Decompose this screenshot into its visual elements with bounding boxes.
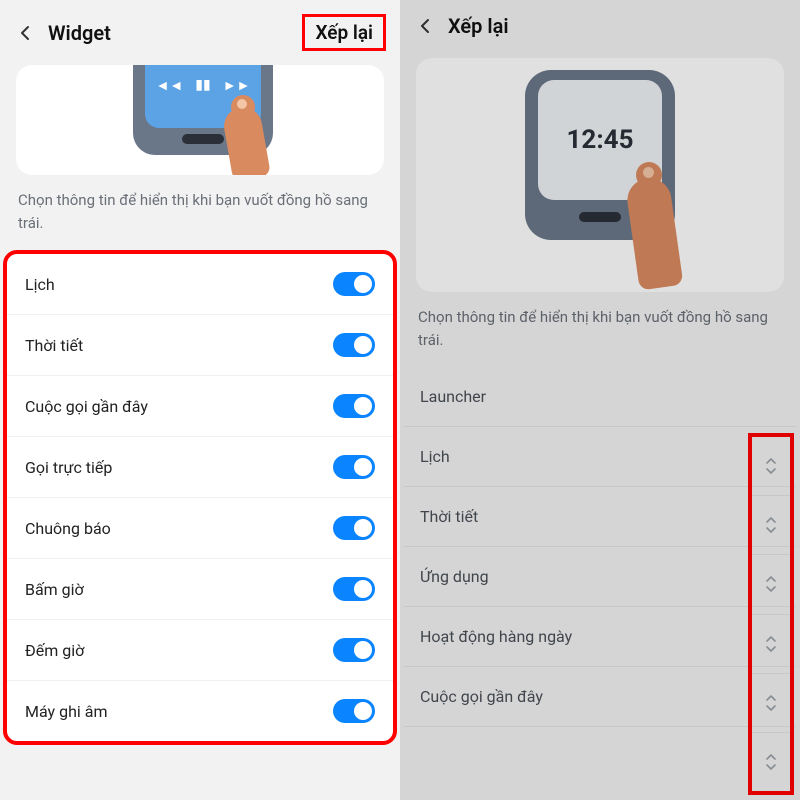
drag-handle-column — [748, 433, 794, 795]
drag-handle-icon[interactable] — [752, 615, 790, 674]
row-label: Thời tiết — [25, 336, 333, 355]
row-label: Thời tiết — [420, 507, 780, 526]
list-row[interactable]: Lịch — [7, 254, 393, 315]
widget-settings-screen: Widget Xếp lại ◄◄ ▮▮ ►► Chọn thông tin đ… — [0, 0, 400, 800]
reorder-row[interactable]: Cuộc gọi gần đây — [404, 667, 796, 727]
list-row[interactable]: Đếm giờ — [7, 620, 393, 681]
toggle-switch[interactable] — [333, 455, 375, 479]
toggle-switch[interactable] — [333, 699, 375, 723]
home-indicator — [182, 134, 224, 144]
list-row[interactable]: Thời tiết — [7, 315, 393, 376]
reorder-row[interactable]: Launcher — [404, 367, 796, 427]
drag-handle-icon[interactable] — [752, 733, 790, 791]
widget-toggle-list: Lịch Thời tiết Cuộc gọi gần đây Gọi trực… — [3, 250, 397, 745]
toggle-switch[interactable] — [333, 638, 375, 662]
list-row[interactable]: Cuộc gọi gần đây — [7, 376, 393, 437]
row-label: Lịch — [420, 447, 780, 466]
row-label: Cuộc gọi gần đây — [420, 687, 780, 706]
row-label: Chuông báo — [25, 519, 333, 538]
toggle-switch[interactable] — [333, 394, 375, 418]
toggle-switch[interactable] — [333, 272, 375, 296]
list-row[interactable]: Máy ghi âm — [7, 681, 393, 741]
row-label: Bấm giờ — [25, 580, 333, 599]
preview-illustration: ◄◄ ▮▮ ►► — [16, 65, 384, 175]
row-label: Hoạt động hàng ngày — [420, 627, 780, 646]
description-text: Chọn thông tin để hiển thị khi bạn vuốt … — [400, 306, 800, 367]
header-bar: Widget Xếp lại — [0, 0, 400, 65]
hand-illustration — [225, 95, 281, 175]
page-title: Xếp lại — [448, 14, 786, 38]
reorder-row[interactable]: Ứng dụng — [404, 547, 796, 607]
preview-illustration: 12:45 — [416, 58, 784, 292]
toggle-switch[interactable] — [333, 577, 375, 601]
drag-handle-icon[interactable] — [752, 437, 790, 496]
next-track-icon: ►► — [223, 77, 251, 94]
list-row[interactable]: Gọi trực tiếp — [7, 437, 393, 498]
list-row[interactable]: Bấm giờ — [7, 559, 393, 620]
reorder-row[interactable]: Hoạt động hàng ngày — [404, 607, 796, 667]
row-label: Launcher — [420, 387, 780, 406]
drag-handle-icon[interactable] — [752, 496, 790, 555]
row-label: Cuộc gọi gần đây — [25, 397, 333, 416]
reorder-row[interactable]: Lịch — [404, 427, 796, 487]
reorder-button[interactable]: Xếp lại — [302, 14, 386, 51]
drag-handle-icon[interactable] — [752, 555, 790, 614]
reorder-screen: Xếp lại 12:45 Chọn thông tin để hiển thị… — [400, 0, 800, 800]
row-label: Gọi trực tiếp — [25, 458, 333, 477]
row-label: Ứng dụng — [420, 567, 780, 586]
drag-handle-icon[interactable] — [752, 674, 790, 733]
back-icon[interactable] — [14, 22, 36, 44]
description-text: Chọn thông tin để hiển thị khi bạn vuốt … — [0, 189, 400, 250]
toggle-switch[interactable] — [333, 516, 375, 540]
back-icon[interactable] — [414, 15, 436, 37]
reorder-list: Launcher Lịch Thời tiết Ứng dụng Hoạt độ… — [404, 367, 796, 727]
hand-illustration — [632, 162, 692, 292]
home-indicator — [579, 212, 621, 222]
reorder-row[interactable]: Thời tiết — [404, 487, 796, 547]
prev-track-icon: ◄◄ — [156, 77, 184, 94]
toggle-switch[interactable] — [333, 333, 375, 357]
page-title: Widget — [48, 21, 302, 45]
row-label: Lịch — [25, 275, 333, 294]
pause-icon: ▮▮ — [195, 77, 210, 93]
row-label: Đếm giờ — [25, 641, 333, 660]
header-bar: Xếp lại — [400, 0, 800, 52]
row-label: Máy ghi âm — [25, 702, 333, 721]
list-row[interactable]: Chuông báo — [7, 498, 393, 559]
